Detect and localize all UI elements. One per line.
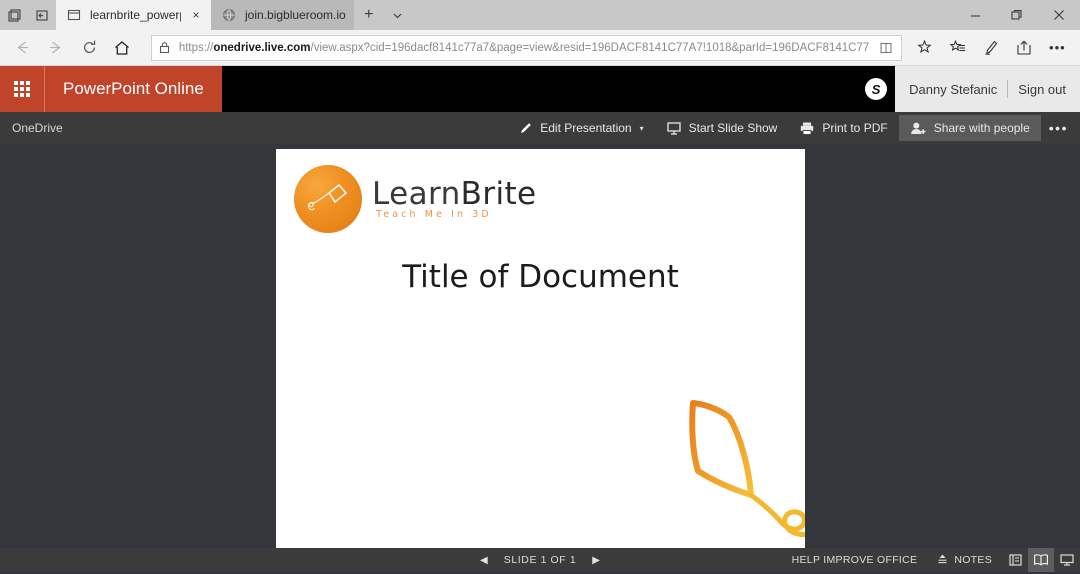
command-toolbar: OneDrive Edit Presentation ▾ Start Slide… xyxy=(0,112,1080,144)
back-button[interactable] xyxy=(6,33,39,63)
web-note-icon[interactable] xyxy=(974,33,1007,63)
learnbrite-logo: LearnBrite Teach Me In 3D xyxy=(294,162,536,242)
tab-preview-button[interactable] xyxy=(0,0,28,30)
skype-button[interactable]: S xyxy=(857,66,896,112)
home-button[interactable] xyxy=(106,33,139,63)
url-path: /view.aspx?cid=196dacf8141c77a7&page=vie… xyxy=(310,41,869,54)
header-spacer xyxy=(221,66,858,112)
browser-nav-bar: https://onedrive.live.com/view.aspx?cid=… xyxy=(0,30,1080,66)
favorite-star-icon[interactable] xyxy=(908,33,941,63)
url-scheme: https:// xyxy=(178,41,214,54)
logo-wordmark: LearnBrite xyxy=(372,176,537,212)
print-to-pdf-button[interactable]: Print to PDF xyxy=(788,114,898,142)
print-to-pdf-label: Print to PDF xyxy=(822,121,888,135)
address-text: https://onedrive.live.com/view.aspx?cid=… xyxy=(179,42,869,54)
sign-out-link[interactable]: Sign out xyxy=(1018,82,1066,97)
reading-view-button[interactable] xyxy=(1002,548,1028,572)
skype-icon: S xyxy=(865,78,888,100)
slide-canvas[interactable]: LearnBrite Teach Me In 3D Title of Docum… xyxy=(276,149,805,548)
share-with-people-label: Share with people xyxy=(933,121,1030,135)
logo-learn: Learn xyxy=(372,176,461,212)
refresh-button[interactable] xyxy=(72,33,105,63)
window-icon xyxy=(66,7,82,23)
printer-icon xyxy=(799,121,815,136)
slide-show-view-button[interactable] xyxy=(1054,548,1080,572)
command-buttons: Edit Presentation ▾ Start Slide Show Pri… xyxy=(507,112,1080,144)
browser-more-icon[interactable]: ••• xyxy=(1041,33,1074,63)
set-aside-tabs-button[interactable] xyxy=(28,0,56,30)
restore-button[interactable] xyxy=(996,0,1038,30)
start-slide-show-label: Start Slide Show xyxy=(688,121,778,135)
account-area: Danny Stefanic Sign out xyxy=(895,66,1080,112)
share-with-people-button[interactable]: Share with people xyxy=(898,115,1041,141)
notes-button[interactable]: NOTES xyxy=(927,553,1002,568)
notes-arrow-icon xyxy=(937,553,948,568)
window-controls xyxy=(954,0,1080,30)
divider xyxy=(1007,80,1009,98)
browser-tab-inactive[interactable]: join.bigblueroom.io xyxy=(211,0,354,30)
next-slide-button[interactable]: ▶ xyxy=(592,555,600,566)
projector-screen-icon xyxy=(666,121,682,136)
favorites-hub-icon[interactable] xyxy=(941,33,974,63)
logo-circle xyxy=(294,165,362,233)
status-right-group: HELP IMPROVE OFFICE NOTES xyxy=(782,548,1080,572)
address-bar[interactable]: https://onedrive.live.com/view.aspx?cid=… xyxy=(150,34,902,61)
start-slide-show-button[interactable]: Start Slide Show xyxy=(655,114,789,142)
close-button[interactable] xyxy=(1038,0,1080,30)
notes-label: NOTES xyxy=(954,554,992,566)
new-tab-button[interactable]: + xyxy=(354,0,384,30)
reading-view-icon[interactable] xyxy=(877,41,895,55)
pencil-icon xyxy=(518,121,533,136)
tab-dropdown-icon[interactable] xyxy=(384,0,412,30)
kite-graphic xyxy=(671,389,805,548)
edit-presentation-button[interactable]: Edit Presentation ▾ xyxy=(507,114,654,142)
globe-icon xyxy=(221,7,237,23)
browser-tab-strip: learnbrite_powerpoint.p × join.bigbluero… xyxy=(0,0,1080,30)
help-improve-office-link[interactable]: HELP IMPROVE OFFICE xyxy=(782,554,928,566)
share-icon[interactable] xyxy=(1008,33,1041,63)
tab-title: learnbrite_powerpoint.p xyxy=(90,8,181,22)
url-domain: onedrive.live.com xyxy=(213,41,311,54)
browser-tab-active[interactable]: learnbrite_powerpoint.p × xyxy=(56,0,211,30)
person-add-icon xyxy=(910,121,927,136)
forward-button[interactable] xyxy=(39,33,72,63)
toolbar-more-button[interactable]: ••• xyxy=(1041,120,1080,136)
app-header: PowerPoint Online S Danny Stefanic Sign … xyxy=(0,66,1080,112)
logo-tagline: Teach Me In 3D xyxy=(376,209,492,220)
slide-title: Title of Document xyxy=(402,259,679,295)
status-bar: ◀ SLIDE 1 OF 1 ▶ HELP IMPROVE OFFICE NOT… xyxy=(0,548,1080,572)
previous-slide-button[interactable]: ◀ xyxy=(480,555,488,566)
waffle-icon xyxy=(14,81,30,97)
lock-icon xyxy=(158,41,171,54)
notes-view-button[interactable] xyxy=(1028,548,1054,572)
chevron-down-icon: ▾ xyxy=(639,123,644,133)
minimize-button[interactable] xyxy=(954,0,996,30)
user-name[interactable]: Danny Stefanic xyxy=(909,82,997,97)
app-launcher-button[interactable] xyxy=(0,66,44,112)
slide-counter: SLIDE 1 OF 1 xyxy=(503,554,577,566)
edit-presentation-label: Edit Presentation xyxy=(540,121,632,135)
app-brand-title[interactable]: PowerPoint Online xyxy=(44,66,222,112)
tab-close-icon[interactable]: × xyxy=(189,8,203,22)
tab-title: join.bigblueroom.io xyxy=(245,8,346,22)
breadcrumb-onedrive[interactable]: OneDrive xyxy=(0,121,63,135)
logo-brite: Brite xyxy=(460,176,537,212)
slide-stage: LearnBrite Teach Me In 3D Title of Docum… xyxy=(0,144,1080,548)
